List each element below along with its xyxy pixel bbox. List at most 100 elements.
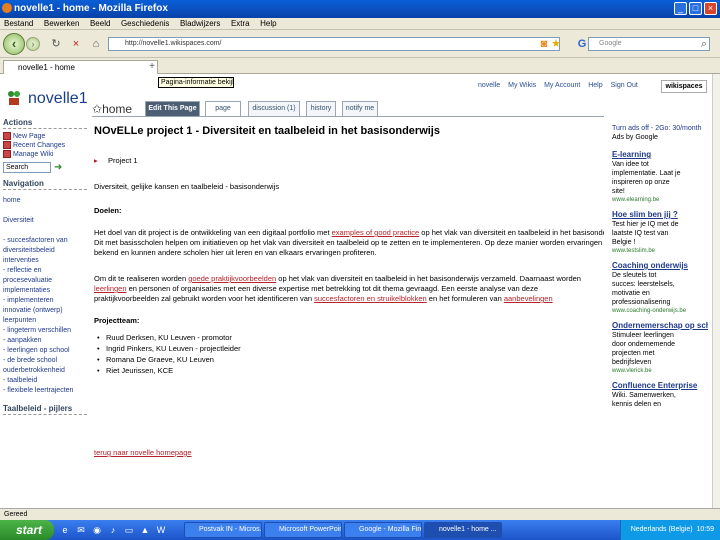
- menu-beeld[interactable]: Beeld: [86, 18, 114, 30]
- nav-item[interactable]: - succesfactoren van: [3, 236, 87, 246]
- nav-item[interactable]: - taalbeleid: [3, 376, 87, 386]
- reload-icon[interactable]: ↻: [50, 38, 62, 50]
- close-button[interactable]: ×: [704, 2, 717, 15]
- action-manage-wiki[interactable]: Manage Wiki: [3, 150, 87, 159]
- quicklaunch-media-icon[interactable]: ♪: [108, 524, 118, 536]
- menu-bar: Bestand Bewerken Beeld Geschiedenis Blad…: [0, 18, 720, 30]
- nav-item[interactable]: diversiteitsbeleid: [3, 246, 87, 256]
- tab-notify-me[interactable]: notify me: [342, 101, 378, 116]
- status-bar: Gereed: [0, 508, 720, 520]
- nav-item[interactable]: - de brede school: [3, 356, 87, 366]
- ad-text: door ondernemende: [612, 341, 676, 348]
- ad-title-link[interactable]: E-learning: [612, 150, 708, 160]
- flowerpot-logo-icon: [8, 91, 20, 105]
- nav-diversiteit[interactable]: Diversiteit: [3, 216, 87, 226]
- start-button[interactable]: start: [0, 520, 54, 540]
- menu-extra[interactable]: Extra: [227, 18, 254, 30]
- vertical-scrollbar[interactable]: [712, 74, 720, 516]
- inline-link[interactable]: goede praktijkvoorbeelden: [188, 274, 276, 283]
- tray-language[interactable]: Nederlands (Belgie): [631, 526, 693, 533]
- new-tab-button[interactable]: +: [146, 61, 158, 73]
- search-input[interactable]: Google: [588, 37, 710, 51]
- sidebar-search-input[interactable]: Search: [3, 162, 51, 174]
- inline-link[interactable]: aanbevelingen: [504, 294, 553, 303]
- back-to-homepage-link[interactable]: terug naar novelle homepage: [94, 448, 192, 457]
- back-button[interactable]: ‹: [3, 33, 25, 55]
- home-icon[interactable]: ⌂: [90, 38, 102, 50]
- tab-history[interactable]: history: [306, 101, 336, 116]
- nav-item[interactable]: - aanpakken: [3, 336, 87, 346]
- minimize-button[interactable]: _: [674, 2, 687, 15]
- toplink-help[interactable]: Help: [588, 82, 602, 89]
- task-powerpoint[interactable]: Microsoft PowerPoint...: [264, 522, 342, 538]
- search-go-arrow-icon[interactable]: ➜: [54, 162, 64, 173]
- nav-item[interactable]: - implementeren: [3, 296, 87, 306]
- menu-bewerken[interactable]: Bewerken: [40, 18, 84, 30]
- team-member: Ruud Derksen, KU Leuven - promotor: [94, 332, 604, 343]
- nav-item[interactable]: - reflectie en: [3, 266, 87, 276]
- ad-url[interactable]: www.testslim.be: [612, 247, 708, 255]
- ad-text: laatste IQ test van: [612, 230, 669, 237]
- menu-bladwijzers[interactable]: Bladwijzers: [176, 18, 224, 30]
- ad-title-link[interactable]: Hoe slim ben jij ?: [612, 210, 708, 220]
- edit-this-page-button[interactable]: Edit This Page: [145, 101, 200, 116]
- line-text: Om dit te realiseren worden: [94, 274, 189, 283]
- nav-home[interactable]: home: [3, 196, 87, 206]
- forward-button[interactable]: ›: [26, 37, 40, 51]
- ad-text: bedrijfsleven: [612, 359, 652, 366]
- rss-icon[interactable]: ◙: [538, 38, 550, 50]
- action-new-page[interactable]: New Page: [3, 132, 87, 141]
- nav-item[interactable]: - lingeterm verschillen: [3, 326, 87, 336]
- ad-title-link[interactable]: Confluence Enterprise: [612, 381, 708, 391]
- nav-item[interactable]: leerpunten: [3, 316, 87, 326]
- quicklaunch-firefox-icon[interactable]: ◉: [92, 524, 102, 536]
- nav-item[interactable]: - flexibele leertrajecten: [3, 386, 87, 396]
- inline-link[interactable]: succesfactoren en struikelblokken: [314, 294, 427, 303]
- quicklaunch-ie-icon[interactable]: e: [60, 524, 70, 536]
- ad-text: Test hier je IQ met de: [612, 221, 679, 228]
- task-google-firefox[interactable]: Google - Mozilla Fire...: [344, 522, 422, 538]
- nav-item[interactable]: implementaties: [3, 286, 87, 296]
- ad-url[interactable]: www.vlerick.be: [612, 367, 708, 375]
- url-bar[interactable]: http://novelle1.wikispaces.com/: [108, 37, 560, 51]
- turn-ads-off-link[interactable]: Turn ads off: [612, 125, 649, 132]
- menu-bestand[interactable]: Bestand: [0, 18, 37, 30]
- browser-tab-home[interactable]: novelle1 - home: [3, 60, 158, 74]
- maximize-button[interactable]: □: [689, 2, 702, 15]
- site-name[interactable]: novelle1: [28, 90, 88, 108]
- menu-geschiedenis[interactable]: Geschiedenis: [117, 18, 173, 30]
- tab-discussion[interactable]: discussion (1): [248, 101, 300, 116]
- bookmark-star-icon[interactable]: ★: [550, 38, 562, 50]
- menu-help[interactable]: Help: [256, 18, 280, 30]
- nav-item[interactable]: innovatie (ontwerp): [3, 306, 87, 316]
- toplink-my-wikis[interactable]: My Wikis: [508, 82, 536, 89]
- quicklaunch-outlook-icon[interactable]: ✉: [76, 524, 86, 536]
- page-title: NOvELLe project 1 - Diversiteit en taalb…: [94, 125, 440, 137]
- quicklaunch-word-icon[interactable]: W: [156, 524, 166, 536]
- toplink-my-account[interactable]: My Account: [544, 82, 580, 89]
- tab-page[interactable]: page: [205, 101, 241, 116]
- ad-url[interactable]: www.coaching-onderwijs.be: [612, 307, 708, 315]
- action-recent-changes[interactable]: Recent Changes: [3, 141, 87, 150]
- quicklaunch-desktop-icon[interactable]: ▭: [124, 524, 134, 536]
- team-heading: Projectteam:: [94, 316, 140, 325]
- stop-icon[interactable]: ×: [70, 38, 82, 50]
- quicklaunch-vlc-icon[interactable]: ▲: [140, 524, 150, 536]
- inline-link[interactable]: examples of good practice: [332, 228, 420, 237]
- wikispaces-logo[interactable]: wikispaces: [661, 80, 707, 93]
- ad-title-link[interactable]: Ondernemerschap op school: [612, 321, 708, 331]
- nav-item[interactable]: procesevaluatie: [3, 276, 87, 286]
- task-novelle-firefox[interactable]: novelle1 - home ...: [424, 522, 502, 538]
- toplink-novelle[interactable]: novelle: [478, 82, 500, 89]
- google-search-engine-icon[interactable]: G: [576, 38, 588, 50]
- nav-item[interactable]: interventies: [3, 256, 87, 266]
- search-magnifier-icon[interactable]: ⌕: [698, 38, 710, 50]
- ad-title-link[interactable]: Coaching onderwijs: [612, 261, 708, 271]
- ad-url[interactable]: www.elearning.be: [612, 196, 708, 204]
- ad-text: De sleutels tot: [612, 272, 657, 279]
- toplink-sign-out[interactable]: Sign Out: [611, 82, 638, 89]
- nav-item[interactable]: ouderbetrokkenheid: [3, 366, 87, 376]
- nav-item[interactable]: - leerlingen op school: [3, 346, 87, 356]
- task-outlook[interactable]: Postvak IN - Micros...: [184, 522, 262, 538]
- inline-link[interactable]: leerlingen: [94, 284, 127, 293]
